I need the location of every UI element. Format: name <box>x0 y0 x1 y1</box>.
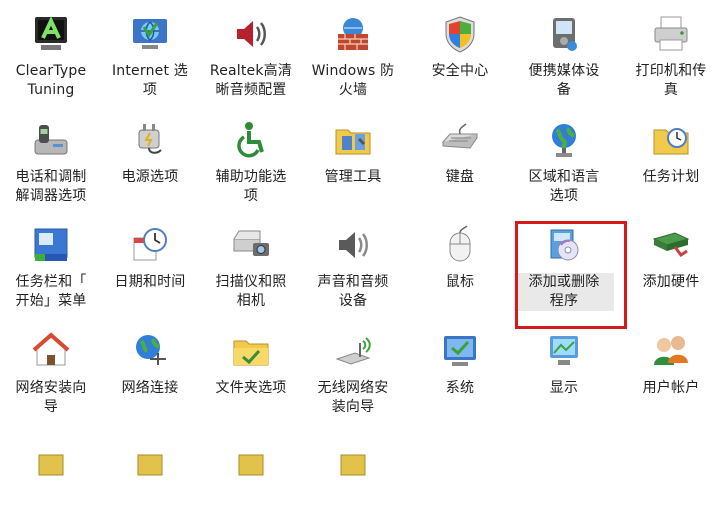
control-panel-item-label: 便携媒体设 备 <box>528 63 600 98</box>
control-panel-item-wireless-setup[interactable]: 无线网络安 装向导 <box>300 317 406 421</box>
speaker-icon <box>229 12 273 56</box>
control-panel-item-label: 安全中心 <box>431 63 489 79</box>
control-panel-item-label: 任务栏和「 开始」菜单 <box>15 274 87 309</box>
control-panel-item-portable-devices[interactable]: 便携媒体设 备 <box>511 0 617 104</box>
control-panel-item-accessibility[interactable]: 辅助功能选 项 <box>198 106 304 210</box>
control-panel-item-phone-modem[interactable]: 电话和调制 解调器选项 <box>0 106 104 210</box>
control-panel-item-label: 显示 <box>549 380 579 396</box>
sound-icon <box>331 223 375 267</box>
control-panel-item-taskbar-start[interactable]: 任务栏和「 开始」菜单 <box>0 211 104 315</box>
mouse-icon <box>438 223 482 267</box>
control-panel-item-cleartype[interactable]: ClearType Tuning <box>0 0 104 104</box>
firewall-icon <box>331 12 375 56</box>
control-panel-item-label: Windows 防 火墙 <box>311 63 395 98</box>
control-panel-item-label: 辅助功能选 项 <box>215 169 287 204</box>
control-panel-item-internet-options[interactable]: Internet 选 项 <box>97 0 203 104</box>
control-panel-item-label: 添加或删除 程序 <box>514 273 614 311</box>
display-icon <box>542 329 586 373</box>
phone-icon <box>29 118 73 162</box>
internet-options-icon <box>128 12 172 56</box>
control-panel-item-system[interactable]: 系统 <box>407 317 513 421</box>
wireless-icon <box>331 329 375 373</box>
control-panel-item-label: 管理工具 <box>324 169 382 185</box>
hardware-icon <box>649 223 693 267</box>
control-panel-item-label: 网络安装向 导 <box>15 380 87 415</box>
folder-icon <box>229 329 273 373</box>
scheduled-tasks-icon <box>649 118 693 162</box>
control-panel-item-regional-language[interactable]: 区域和语言 选项 <box>511 106 617 210</box>
control-panel-item-network-setup[interactable]: 网络安装向 导 <box>0 317 104 421</box>
add-remove-programs-icon <box>542 223 586 267</box>
control-panel-item-label: 电源选项 <box>121 169 179 185</box>
control-panel-item-admin-tools[interactable]: 管理工具 <box>300 106 406 210</box>
control-panel-item-label: 无线网络安 装向导 <box>317 380 389 415</box>
control-panel-item-label: 扫描仪和照 相机 <box>215 274 287 309</box>
partial-icon <box>331 435 375 479</box>
system-icon <box>438 329 482 373</box>
keyboard-icon <box>438 118 482 162</box>
partial-icon <box>29 435 73 479</box>
control-panel-item-printers-fax[interactable]: 打印机和传 真 <box>618 0 715 104</box>
portable-device-icon <box>542 12 586 56</box>
taskbar-icon <box>29 223 73 267</box>
control-panel-item-add-remove-programs[interactable]: 添加或删除 程序 <box>511 211 617 315</box>
control-panel-item-label: 电话和调制 解调器选项 <box>15 169 87 204</box>
scanner-camera-icon <box>229 223 273 267</box>
control-panel-item-label: 区域和语言 选项 <box>528 169 600 204</box>
control-panel-item-label: 任务计划 <box>642 169 700 185</box>
control-panel-item-label: 文件夹选项 <box>215 380 287 396</box>
control-panel-item-folder-options[interactable]: 文件夹选项 <box>198 317 304 421</box>
power-icon <box>128 118 172 162</box>
control-panel-item-label: 声音和音频 设备 <box>317 274 389 309</box>
control-panel-item-keyboard[interactable]: 键盘 <box>407 106 513 210</box>
control-panel-item-label: ClearType Tuning <box>15 63 87 98</box>
control-panel-item-scanners-cameras[interactable]: 扫描仪和照 相机 <box>198 211 304 315</box>
control-panel-item-label: 日期和时间 <box>114 274 186 290</box>
control-panel-item-label: 添加硬件 <box>642 274 700 290</box>
cleartype-icon <box>29 12 73 56</box>
accessibility-icon <box>229 118 273 162</box>
users-icon <box>649 329 693 373</box>
control-panel-item-partial-4[interactable] <box>300 423 406 527</box>
control-panel-item-partial-3[interactable] <box>198 423 304 527</box>
control-panel-item-realtek-audio[interactable]: Realtek高清 晰音频配置 <box>198 0 304 104</box>
control-panel-item-date-time[interactable]: 日期和时间 <box>97 211 203 315</box>
control-panel-item-mouse[interactable]: 鼠标 <box>407 211 513 315</box>
control-panel-item-scheduled-tasks[interactable]: 任务计划 <box>618 106 715 210</box>
shield-icon <box>438 12 482 56</box>
control-panel-item-label: Realtek高清 晰音频配置 <box>209 63 293 98</box>
control-panel-grid: ClearType Tuning Internet 选 项 Realtek高清 晰音… <box>0 0 715 476</box>
control-panel-item-network-connections[interactable]: 网络连接 <box>97 317 203 421</box>
control-panel-item-label: Internet 选 项 <box>111 63 189 98</box>
clock-icon <box>128 223 172 267</box>
globe-icon <box>542 118 586 162</box>
control-panel-item-label: 用户帐户 <box>642 380 700 396</box>
partial-icon <box>128 435 172 479</box>
control-panel-item-label: 网络连接 <box>121 380 179 396</box>
control-panel-item-label: 鼠标 <box>445 274 475 290</box>
control-panel-item-user-accounts[interactable]: 用户帐户 <box>618 317 715 421</box>
control-panel-item-label: 系统 <box>445 380 475 396</box>
network-setup-icon <box>29 329 73 373</box>
control-panel-item-sounds-audio[interactable]: 声音和音频 设备 <box>300 211 406 315</box>
control-panel-item-partial-1[interactable] <box>0 423 104 527</box>
control-panel-item-add-hardware[interactable]: 添加硬件 <box>618 211 715 315</box>
network-connections-icon <box>128 329 172 373</box>
control-panel-item-power-options[interactable]: 电源选项 <box>97 106 203 210</box>
control-panel-item-display[interactable]: 显示 <box>511 317 617 421</box>
control-panel-item-windows-firewall[interactable]: Windows 防 火墙 <box>300 0 406 104</box>
partial-icon <box>229 435 273 479</box>
printer-icon <box>649 12 693 56</box>
control-panel-item-partial-2[interactable] <box>97 423 203 527</box>
control-panel-item-label: 打印机和传 真 <box>635 63 707 98</box>
control-panel-item-security-center[interactable]: 安全中心 <box>407 0 513 104</box>
control-panel-item-label: 键盘 <box>445 169 475 185</box>
admin-tools-icon <box>331 118 375 162</box>
